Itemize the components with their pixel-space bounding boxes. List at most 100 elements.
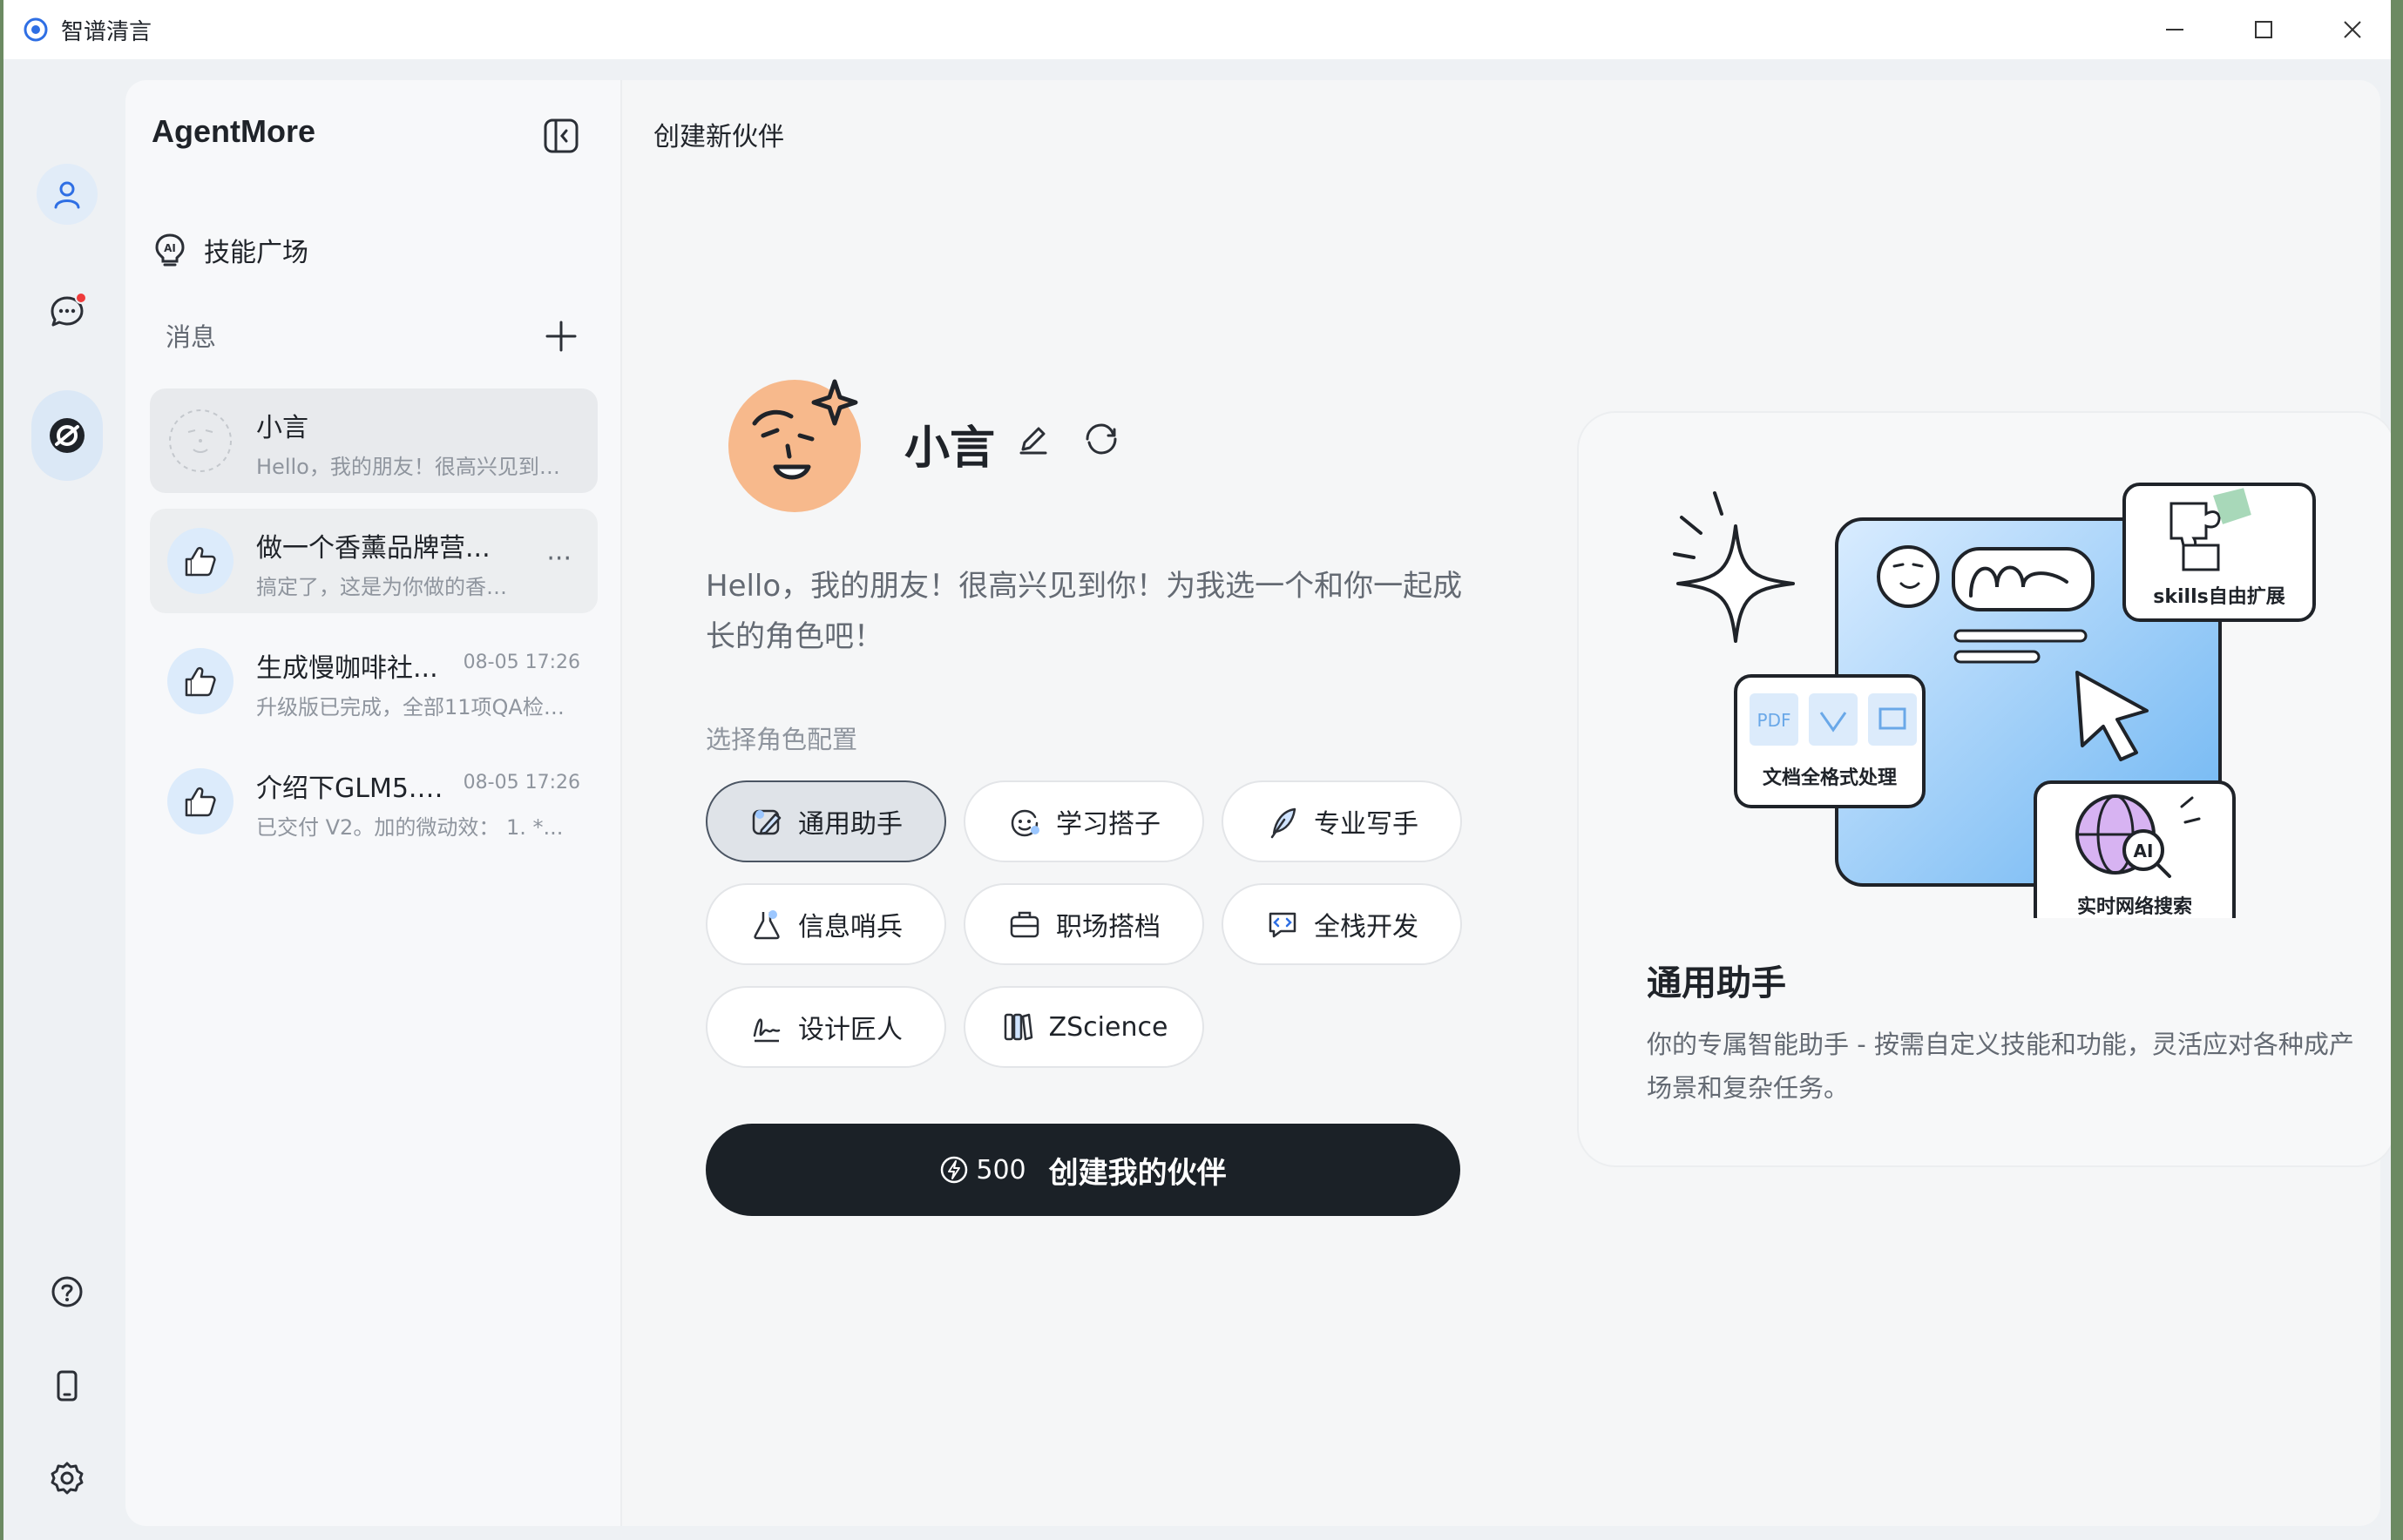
role-label: 职场搭档	[1056, 912, 1161, 942]
books-icon	[1004, 1013, 1032, 1041]
create-cost: 500	[976, 1154, 1026, 1185]
left-rail	[3, 59, 125, 1540]
agent-name: 小言	[904, 422, 996, 475]
maximize-icon	[2255, 21, 2272, 38]
role-preview-card: skills自由扩展 PDF 文档全格式处理 AI 实时网络搜索 通用助手 你的…	[1577, 411, 2391, 1167]
role-button-zscience[interactable]: ZScience	[964, 986, 1204, 1068]
code-bubble-icon	[1269, 912, 1296, 938]
chat-pen-icon	[752, 809, 782, 835]
agent-avatar[interactable]	[725, 373, 864, 512]
avatar	[167, 528, 234, 594]
illus-ai-label: AI	[2134, 841, 2154, 861]
rail-profile-button[interactable]	[37, 164, 98, 225]
conversation-preview: Hello，我的朋友！很高兴见到你！为我选一个和你一起成长的角色吧！	[256, 455, 579, 479]
role-label: 专业写手	[1314, 809, 1418, 840]
thumbs-up-icon	[185, 787, 216, 817]
refresh-avatar-icon[interactable]	[1080, 418, 1122, 460]
role-button-fullstack[interactable]: 全栈开发	[1222, 883, 1462, 965]
collapse-sidebar-icon[interactable]	[542, 117, 580, 155]
gear-icon	[51, 1462, 84, 1495]
rail-help-button[interactable]	[37, 1261, 98, 1322]
illus-pdf-label: PDF	[1757, 710, 1791, 731]
role-button-study[interactable]: 学习搭子	[964, 780, 1204, 862]
avatar	[167, 768, 234, 834]
app-logo-icon	[24, 17, 48, 42]
minimize-icon	[2166, 29, 2183, 30]
skills-plaza-link[interactable]: AI 技能广场	[152, 220, 587, 280]
role-button-general[interactable]: 通用助手	[706, 780, 946, 862]
briefcase-icon	[1010, 911, 1039, 938]
role-label: 设计匠人	[798, 1015, 903, 1045]
create-partner-button[interactable]: 500 创建我的伙伴	[706, 1124, 1460, 1216]
rail-chat-button[interactable]	[37, 281, 98, 342]
edit-name-icon[interactable]	[1014, 420, 1053, 458]
conversation-item[interactable]: 做一个香薰品牌营... 搞定了，这是为你做的香薰品牌营销方案 ···	[150, 509, 598, 613]
conversation-title: 生成慢咖啡社...	[256, 653, 438, 684]
signature-icon	[753, 1018, 781, 1043]
close-button[interactable]	[2309, 0, 2391, 59]
maximize-button[interactable]	[2220, 0, 2307, 59]
greeting-text: Hello，我的朋友！很高兴见到你！为我选一个和你一起成长的角色吧！	[706, 569, 1463, 654]
create-label: 创建我的伙伴	[1048, 1155, 1227, 1191]
conversation-title: 小言	[256, 413, 308, 443]
conversation-preview: 搞定了，这是为你做的香薰品牌营销方案	[256, 575, 509, 599]
title-bar: 智谱清言	[3, 0, 2391, 59]
conversation-item[interactable]: 介绍下GLM5.2... 08-05 17:26 已交付 V2。加的微动效： 1…	[150, 749, 598, 854]
minimize-button[interactable]	[2131, 0, 2218, 59]
conversation-preview: 升级版已完成，全部11项QA检查通过	[256, 695, 579, 719]
more-options-button[interactable]: ···	[546, 544, 572, 574]
rail-agent-button[interactable]	[31, 390, 103, 481]
close-icon	[2344, 21, 2361, 38]
conversation-title: 做一个香薰品牌营...	[256, 533, 491, 564]
avatar	[167, 648, 234, 714]
mobile-phone-icon	[57, 1370, 78, 1402]
role-label: 信息哨兵	[798, 912, 903, 942]
conversation-time: 08-05 17:26	[463, 652, 580, 673]
conversation-title: 介绍下GLM5.2...	[256, 773, 457, 804]
unread-dot	[75, 292, 87, 304]
window-title: 智谱清言	[61, 18, 152, 45]
ai-bulb-icon: AI	[155, 233, 185, 267]
agent-logo-icon	[50, 418, 85, 453]
page-title: 创建新伙伴	[653, 122, 784, 152]
energy-coin-icon	[941, 1156, 968, 1184]
preview-description: 你的专属智能助手 - 按需自定义技能和功能，灵活应对各种成产场景和复杂任务。	[1647, 1030, 2354, 1103]
skills-plaza-label: 技能广场	[204, 238, 308, 268]
add-conversation-icon[interactable]	[542, 317, 580, 355]
role-button-workplace[interactable]: 职场搭档	[964, 883, 1204, 965]
role-illustration: skills自由扩展 PDF 文档全格式处理 AI 实时网络搜索	[1673, 483, 2316, 918]
sidebar-title: AgentMore	[152, 113, 315, 149]
illus-search-label: 实时网络搜索	[2077, 895, 2192, 918]
role-config-label: 选择角色配置	[706, 725, 858, 754]
smile-face-icon	[1011, 809, 1039, 837]
user-icon	[54, 181, 80, 209]
rail-settings-button[interactable]	[37, 1448, 98, 1509]
app-window: 智谱清言 AgentMore AI 技能广场 消息 小言 Hello，我的朋友！…	[3, 0, 2391, 1540]
role-label: 全栈开发	[1314, 912, 1418, 942]
preview-title: 通用助手	[1647, 963, 1786, 1003]
conversation-preview: 已交付 V2。加的微动效： 1. *...	[256, 815, 564, 840]
rail-mobile-button[interactable]	[37, 1355, 98, 1416]
role-label: 通用助手	[798, 809, 903, 840]
conversation-item[interactable]: 生成慢咖啡社... 08-05 17:26 升级版已完成，全部11项QA检查通过	[150, 629, 598, 733]
role-button-sentinel[interactable]: 信息哨兵	[706, 883, 946, 965]
feather-icon	[1270, 807, 1296, 839]
messages-header: 消息	[166, 322, 217, 352]
svg-text:AI: AI	[164, 242, 176, 254]
flask-icon	[754, 910, 780, 940]
role-button-writer[interactable]: 专业写手	[1222, 780, 1462, 862]
illus-skills-label: skills自由扩展	[2153, 585, 2285, 608]
sidebar: AgentMore AI 技能广场 消息 小言 Hello，我的朋友！很高兴见到…	[125, 80, 620, 1526]
thumbs-up-icon	[185, 666, 216, 697]
conversation-item[interactable]: 小言 Hello，我的朋友！很高兴见到你！为我选一个和你一起成长的角色吧！	[150, 388, 598, 493]
help-icon	[51, 1276, 83, 1307]
thumbs-up-icon	[185, 546, 216, 577]
role-button-designer[interactable]: 设计匠人	[706, 986, 946, 1068]
role-label: 学习搭子	[1056, 809, 1161, 840]
role-label: ZScience	[1048, 1011, 1168, 1043]
conversation-time: 08-05 17:26	[463, 772, 580, 794]
avatar	[167, 408, 234, 474]
placeholder-face-icon	[169, 409, 232, 472]
illus-formats-label: 文档全格式处理	[1763, 767, 1897, 789]
main-panel: 创建新伙伴 小言 Hello，我的朋友！很高兴见到你！为我选一个和你一起成长的角…	[620, 80, 2391, 1526]
